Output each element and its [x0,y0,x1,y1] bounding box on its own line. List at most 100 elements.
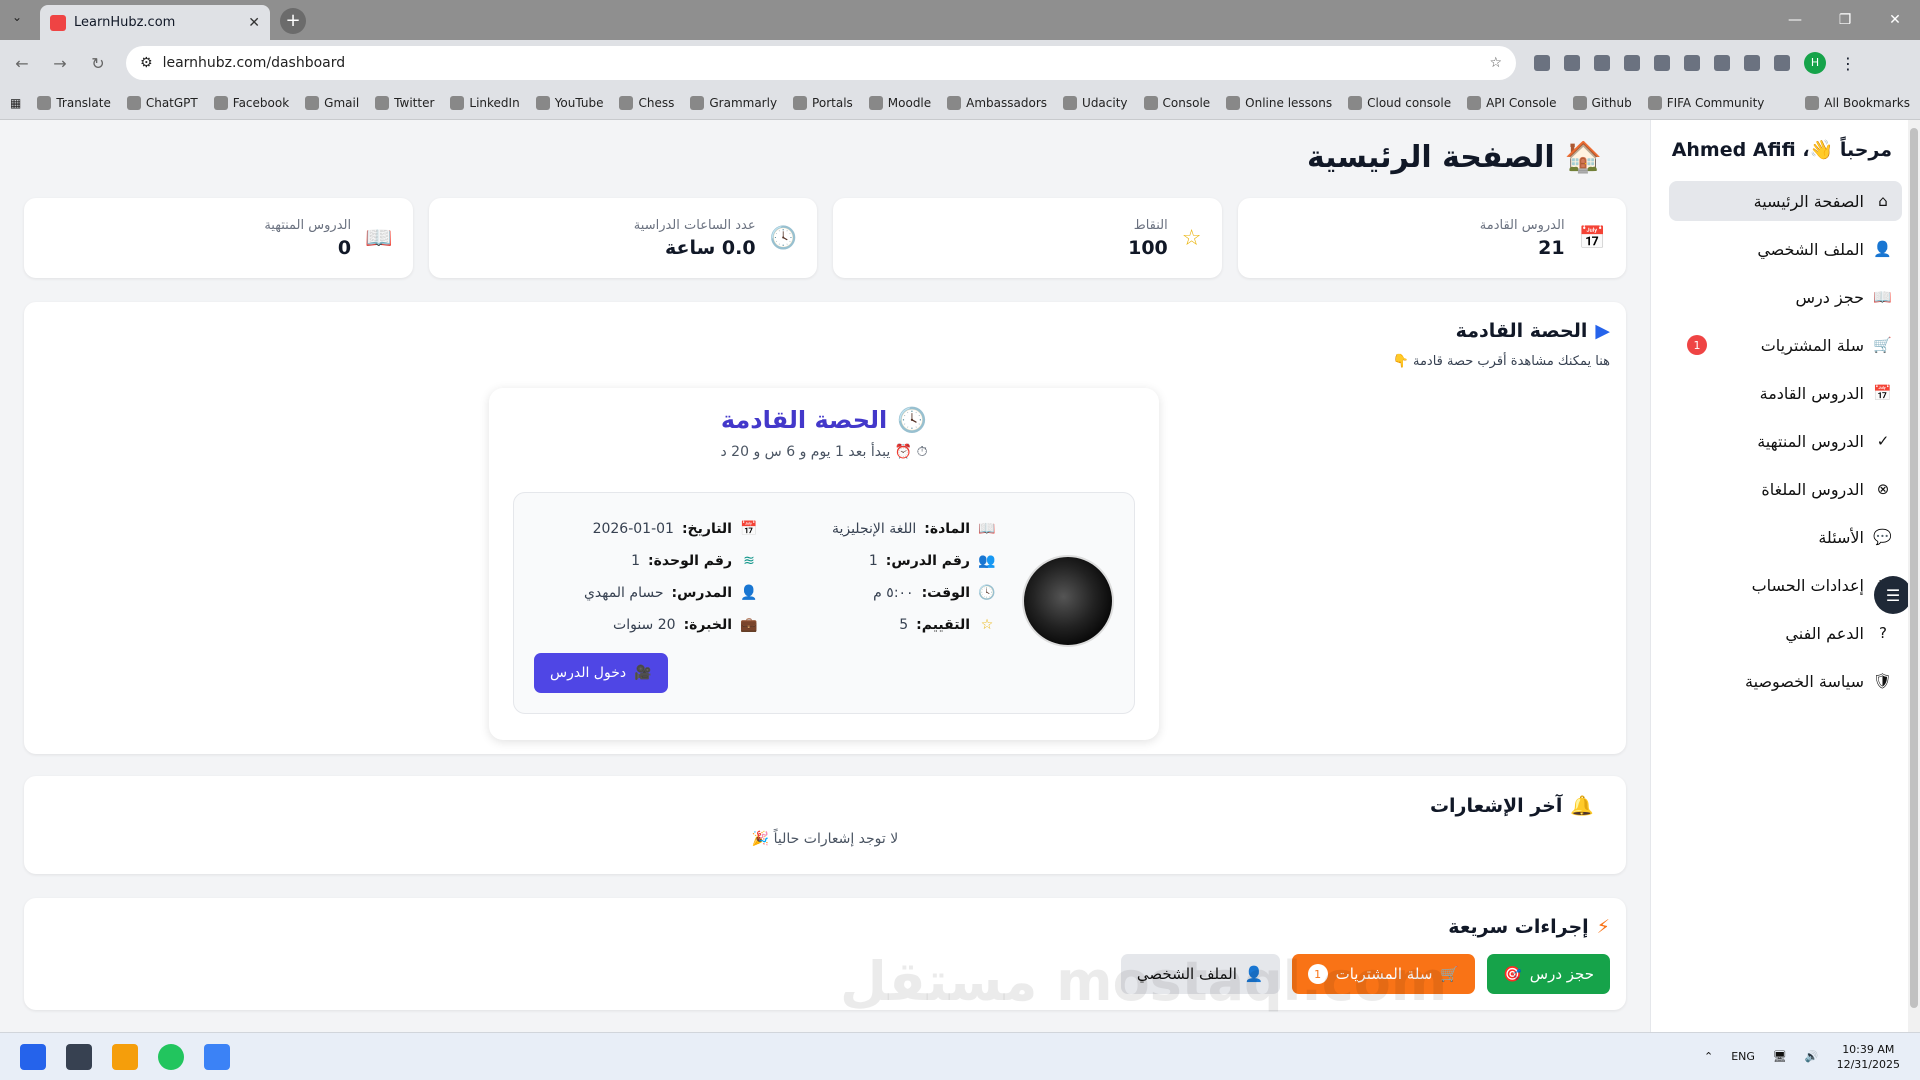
scrollbar[interactable] [1908,120,1920,1032]
taskbar: ⌃ ENG 🖥 🔊 10:39 AM 12/31/2025 [0,1032,1920,1080]
bookmark-portals[interactable]: Portals [793,95,853,110]
star-icon: ☆ [980,617,994,633]
apps-icon[interactable]: ▦ [10,96,21,110]
x-circle-icon: ⊗ [1876,480,1890,498]
sidebar-item-label: سياسة الخصوصية [1745,671,1864,691]
bookmark-gmail[interactable]: Gmail [305,95,359,110]
maximize-icon[interactable]: ❐ [1820,0,1870,40]
bookmark-youtube[interactable]: YouTube [535,95,603,110]
bolt-icon: ⚡ [1596,916,1610,938]
extension-icon[interactable] [1594,55,1610,71]
bookmark-linkedin[interactable]: LinkedIn [450,95,520,110]
language-indicator[interactable]: ENG [1731,1050,1755,1063]
close-tab-icon[interactable]: ✕ [248,15,260,31]
extensions-puzzle-icon[interactable] [1774,55,1790,71]
bookmark-moodle[interactable]: Moodle [868,95,931,110]
detail-subject: 📖 المادة: اللغة الإنجليزية [831,521,996,537]
tab-search-icon[interactable]: ⌄ [12,10,22,24]
extension-icon[interactable] [1744,55,1760,71]
sidebar-item-finished[interactable]: ✓ الدروس المنتهية [1669,421,1902,461]
enter-lesson-button[interactable]: 🎥 دخول الدرس [534,653,668,693]
new-tab-button[interactable]: + [280,8,306,34]
notifications-empty: لا توجد إشعارات حالياً 🎉 [751,831,899,847]
sidebar-item-settings[interactable]: ⚙إعدادات الحساب [1669,565,1902,605]
sidebar-item-privacy[interactable]: 🛡 سياسة الخصوصية [1669,661,1902,701]
sidebar-item-upcoming[interactable]: 📅 الدروس القادمة [1669,373,1902,413]
bookmark-console[interactable]: Console [1143,95,1210,110]
task-view-icon[interactable] [66,1043,92,1070]
network-icon[interactable]: 🖥 [1773,1050,1787,1063]
users-icon: 👥 [978,553,996,569]
scrollbar-thumb[interactable] [1910,128,1918,1008]
extension-icon[interactable] [1714,55,1730,71]
menu-icon[interactable]: ⋮ [1840,54,1856,73]
sidebar-item-questions[interactable]: 💬 الأسئلة [1669,517,1902,557]
bookmark-twitter[interactable]: Twitter [375,95,434,110]
all-bookmarks[interactable]: All Bookmarks [1805,95,1910,110]
url-bar[interactable]: ⚙ learnhubz.com/dashboard ☆ [126,46,1516,80]
bookmark-facebook[interactable]: Facebook [213,95,289,110]
page-title-text: الصفحة الرئيسية [1306,140,1555,175]
stat-card-hours: 🕓 عدد الساعات الدراسية 0.0 ساعة [428,198,817,278]
bookmark-online-lessons[interactable]: Online lessons [1226,95,1332,110]
detail-rating: ☆ التقييم: 5 [832,609,996,641]
bookmark-cloud-console[interactable]: Cloud console [1348,95,1451,110]
sidebar-toggle-button[interactable]: ☰ [1874,576,1912,614]
stat-label: النقاط [1133,217,1168,233]
bookmark-icon [375,95,390,110]
sidebar-item-cart[interactable]: 🛒 سلة المشتريات 1 [1669,325,1902,365]
stats-row: 📅 الدروس القادمة 21 ☆ النقاط 100 🕓 عدد الس… [24,198,1626,278]
profile-avatar[interactable]: H [1804,52,1826,74]
section-title: ▶ الحصة القادمة [1455,320,1610,342]
windows-start-icon[interactable] [20,1043,46,1070]
sidebar-item-label: الصفحة الرئيسية [1753,191,1864,211]
quick-book-lesson-button[interactable]: حجز درس 🎯 [1487,954,1610,994]
bookmark-api-console[interactable]: API Console [1467,95,1557,110]
tray-chevron-icon[interactable]: ⌃ [1704,1050,1713,1063]
close-window-icon[interactable]: ✕ [1870,0,1920,40]
bookmark-ambassadors[interactable]: Ambassadors [947,95,1047,110]
app-icon[interactable] [204,1043,230,1070]
back-icon[interactable]: ← [12,54,32,73]
file-explorer-icon[interactable] [112,1043,138,1070]
detail-time: 🕓 الوقت: ٥:٠٠ م [873,585,996,601]
sidebar-item-label: سلة المشتريات [1760,335,1864,355]
sidebar-item-label: الدعم الفني [1785,623,1864,643]
sidebar-item-profile[interactable]: 👤 الملف الشخصي [1669,229,1902,269]
bookmark-udacity[interactable]: Udacity [1063,95,1128,110]
extension-icon[interactable] [1564,55,1580,71]
browser-tab[interactable]: LearnHubz.com ✕ [40,5,270,40]
volume-icon[interactable]: 🔊 [1805,1050,1819,1063]
bookmark-grammarly[interactable]: Grammarly [690,95,777,110]
extension-icon[interactable] [1684,55,1700,71]
extension-icon[interactable] [1534,55,1550,71]
clock[interactable]: 10:39 AM 12/31/2025 [1837,1042,1900,1072]
sidebar-item-label: الدروس القادمة [1759,383,1864,403]
sidebar-item-book-lesson[interactable]: 📖 حجز درس [1669,277,1902,317]
forward-icon[interactable]: → [50,54,70,73]
bookmark-icon [305,95,320,110]
bookmark-icon [947,95,962,110]
clock-icon: 🕓 [897,406,928,434]
book-icon: 📖 [365,225,393,251]
bookmark-fifa-community[interactable]: FIFA Community [1647,95,1764,110]
book-icon: 📖 [978,521,996,537]
layers-icon: ≋ [743,553,755,569]
extension-icon[interactable] [1654,55,1670,71]
stat-label: عدد الساعات الدراسية [633,217,756,233]
stat-value: 0 [337,236,352,259]
site-info-icon[interactable]: ⚙ [140,55,153,71]
sidebar-item-support[interactable]: ? الدعم الفني [1669,613,1902,653]
bookmark-github[interactable]: Github [1572,95,1632,110]
sidebar-item-cancelled[interactable]: ⊗ الدروس الملغاة [1669,469,1902,509]
minimize-icon[interactable]: — [1770,0,1820,40]
chrome-icon[interactable] [158,1043,184,1070]
sidebar-item-home[interactable]: ⌂ الصفحة الرئيسية [1669,181,1902,221]
bookmark-star-icon[interactable]: ☆ [1489,55,1502,71]
extension-icon[interactable] [1624,55,1640,71]
reload-icon[interactable]: ↻ [88,54,108,73]
bookmark-chatgpt[interactable]: ChatGPT [126,95,198,110]
bookmark-chess[interactable]: Chess [619,95,674,110]
bookmark-translate[interactable]: Translate [37,95,111,110]
calendar-icon: 📅 [1873,384,1892,402]
